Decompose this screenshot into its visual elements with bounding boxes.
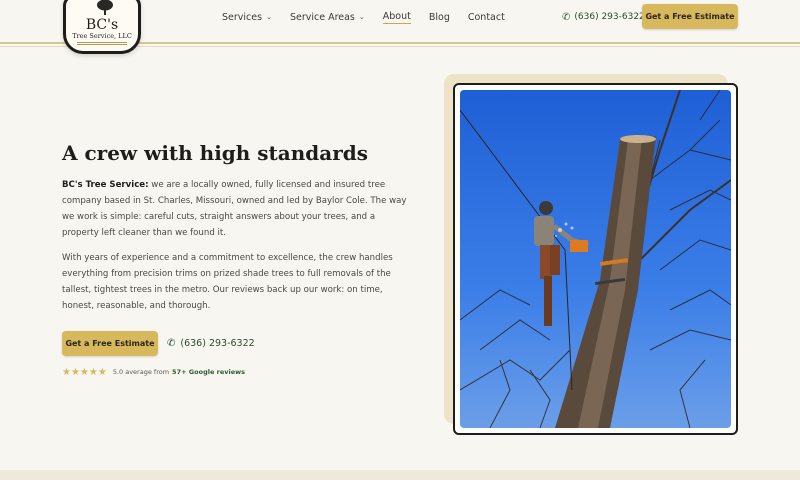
nav-services[interactable]: Services ⌄ xyxy=(222,12,272,23)
google-reviews-link[interactable]: 57+ Google reviews xyxy=(172,368,245,376)
chevron-down-icon: ⌄ xyxy=(358,13,365,21)
arborist-photo xyxy=(460,90,731,428)
rating-text: 5.0 average from xyxy=(112,368,170,376)
phone-icon: ✆ xyxy=(167,338,176,349)
main-nav: Services ⌄ Service Areas ⌄ About Blog Co… xyxy=(222,0,523,34)
logo-subtitle: Tree Service, LLC xyxy=(72,32,132,40)
nav-service-areas[interactable]: Service Areas ⌄ xyxy=(290,12,365,23)
logo-rule xyxy=(77,42,127,45)
review-summary: ★★★★★ 5.0 average from 57+ Google review… xyxy=(62,366,245,378)
nav-label: Contact xyxy=(467,11,505,23)
page-title: A crew with high standards xyxy=(62,141,369,165)
experience-paragraph: With years of experience and a commitmen… xyxy=(62,253,393,311)
hero-phone-link[interactable]: ✆ (636) 293-6322 xyxy=(167,331,255,356)
header-phone-link[interactable]: ✆ (636) 293-6322 xyxy=(562,0,645,34)
hero-phone-number: (636) 293-6322 xyxy=(180,338,255,349)
estimate-button[interactable]: Get a Free Estimate xyxy=(62,331,158,356)
company-name: BC's Tree Service: xyxy=(62,180,149,190)
nav-label: About xyxy=(382,10,411,22)
nav-label: Services xyxy=(222,11,263,23)
nav-blog[interactable]: Blog xyxy=(429,12,450,23)
nav-label: Blog xyxy=(428,11,450,23)
nav-label: Service Areas xyxy=(289,11,355,23)
intro-paragraph: BC's Tree Service: we are a locally owne… xyxy=(62,177,412,241)
header-phone-number: (636) 293-6322 xyxy=(574,12,645,22)
arborist-climbing-tree-image xyxy=(460,90,731,428)
nav-contact[interactable]: Contact xyxy=(468,12,505,23)
logo-name: BC's xyxy=(85,17,119,33)
star-icon: ★★★★★ xyxy=(62,366,107,378)
next-section-band xyxy=(0,470,800,480)
nav-about[interactable]: About xyxy=(382,10,411,24)
site-logo[interactable]: BC's Tree Service, LLC xyxy=(63,0,141,54)
chevron-down-icon: ⌄ xyxy=(266,13,272,21)
tree-icon xyxy=(97,0,113,15)
header-estimate-button[interactable]: Get a Free Estimate xyxy=(642,4,738,29)
phone-icon: ✆ xyxy=(562,11,571,23)
